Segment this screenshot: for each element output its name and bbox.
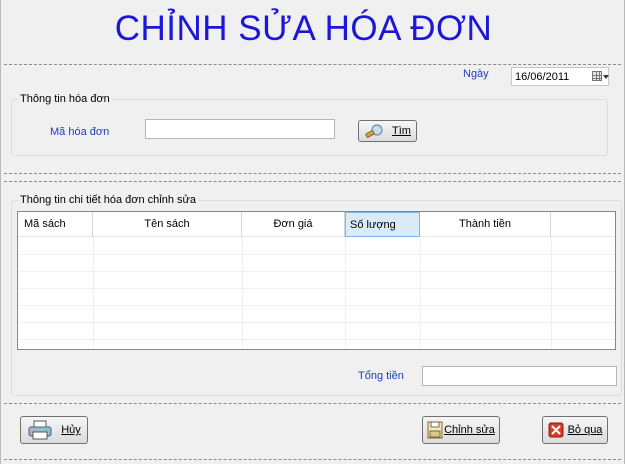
divider-bottom (4, 403, 621, 404)
invoice-code-label: Mã hóa đơn (50, 126, 110, 138)
skip-button[interactable]: Bỏ qua (542, 416, 608, 444)
total-amount-input[interactable] (422, 366, 617, 386)
divider-footer (4, 459, 621, 460)
edit-invoice-form: CHỈNH SỬA HÓA ĐƠN Ngày 16/06/2011 Thông … (0, 0, 625, 464)
grid-row-line (18, 254, 615, 255)
column-header-filler (551, 212, 615, 237)
calendar-dropdown-icon[interactable] (590, 68, 609, 85)
column-header-quantity[interactable]: Số lượng (345, 212, 420, 237)
form-title: CHỈNH SỬA HÓA ĐƠN (114, 9, 493, 48)
grid-row-line (18, 305, 615, 306)
close-icon (548, 422, 564, 438)
invoice-code-input[interactable] (145, 119, 335, 139)
column-header-total[interactable]: Thành tiền (420, 212, 551, 237)
column-header-unit-price[interactable]: Đơn giá (242, 212, 345, 237)
date-value: 16/06/2011 (515, 70, 570, 83)
save-edit-icon (427, 421, 443, 439)
divider-middle-2 (4, 181, 621, 182)
grid-row-line (18, 322, 615, 323)
divider-top (4, 64, 621, 65)
cancel-button[interactable]: Hủy (20, 416, 88, 444)
edit-button[interactable]: Chỉnh sửa (422, 416, 500, 444)
details-grid-header: Mã sách Tên sách Đơn giá Số lượng Thành … (18, 212, 615, 237)
grid-row-line (18, 271, 615, 272)
printer-icon (28, 420, 52, 440)
invoice-info-group-title: Thông tin hóa đơn (18, 93, 112, 105)
search-button[interactable]: Tìm (358, 120, 417, 142)
grid-row-line (18, 288, 615, 289)
total-label: Tổng tiền (358, 370, 404, 382)
search-icon (365, 124, 383, 138)
column-header-book-code[interactable]: Mã sách (18, 212, 93, 237)
search-button-label: Tìm (392, 125, 411, 137)
date-label: Ngày (463, 68, 489, 80)
skip-button-label: Bỏ qua (567, 424, 603, 436)
cancel-button-label: Hủy (61, 424, 81, 436)
divider-middle-1 (4, 173, 621, 174)
edit-button-label: Chỉnh sửa (444, 424, 495, 436)
details-grid[interactable]: Mã sách Tên sách Đơn giá Số lượng Thành … (17, 211, 616, 350)
column-header-book-name[interactable]: Tên sách (93, 212, 242, 237)
date-picker[interactable]: 16/06/2011 (511, 67, 609, 86)
grid-row-line (18, 339, 615, 340)
details-group-title: Thông tin chi tiết hóa đơn chỉnh sửa (18, 194, 199, 206)
